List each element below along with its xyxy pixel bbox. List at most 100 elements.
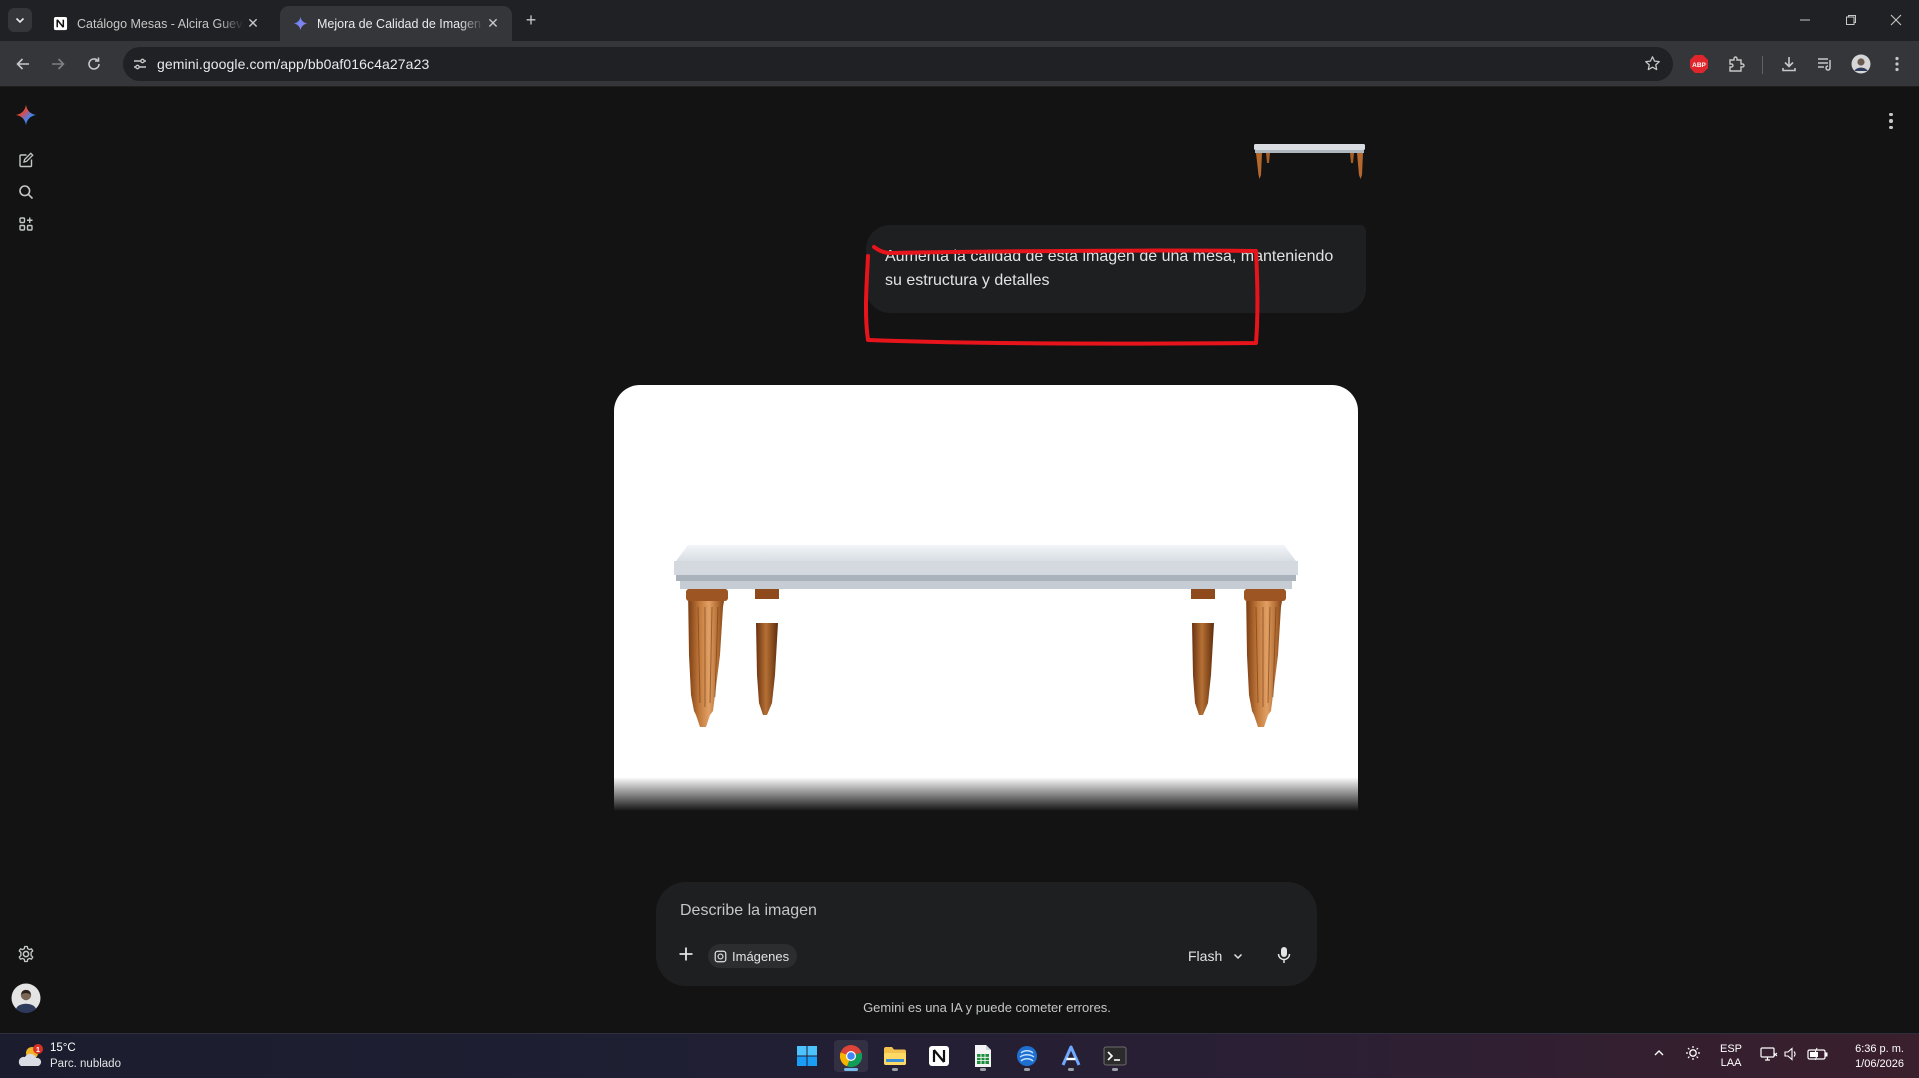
close-icon bbox=[1890, 14, 1902, 26]
taskbar-file-explorer[interactable] bbox=[878, 1040, 912, 1072]
tray-overflow-chevron-icon[interactable] bbox=[1652, 1046, 1666, 1065]
arrow-left-icon bbox=[16, 58, 29, 70]
system-clock[interactable]: 6:36 p. m. 1/06/2026 bbox=[1840, 1042, 1904, 1072]
browser-menu-icon[interactable] bbox=[1886, 53, 1908, 75]
image-tool-icon bbox=[714, 950, 727, 962]
taskbar-arc-app[interactable] bbox=[1054, 1040, 1088, 1072]
model-label: Flash bbox=[1188, 948, 1223, 964]
windows-taskbar: 1 15°C Parc. nublado ESP LAA 6:36 p. m. … bbox=[0, 1033, 1919, 1078]
minimize-icon bbox=[1800, 19, 1810, 21]
prompt-input[interactable]: Describe la imagen bbox=[680, 902, 817, 920]
clock-time: 6:36 p. m. bbox=[1855, 1043, 1904, 1055]
url-text: gemini.google.com/app/bb0af016c4a27a23 bbox=[157, 56, 430, 72]
notion-favicon-icon bbox=[52, 16, 68, 32]
weather-badge: 1 bbox=[36, 1045, 40, 1054]
weather-temperature: 15°C bbox=[50, 1042, 76, 1054]
taskbar-notion[interactable] bbox=[922, 1040, 956, 1072]
search-icon[interactable] bbox=[15, 181, 37, 203]
restore-window-button[interactable] bbox=[1828, 0, 1874, 40]
restore-icon bbox=[1846, 15, 1856, 25]
language-code: ESP bbox=[1720, 1043, 1743, 1055]
running-indicator bbox=[1112, 1068, 1118, 1071]
images-tool-label: Imágenes bbox=[732, 948, 790, 964]
notion-icon bbox=[929, 1046, 949, 1066]
settings-gear-icon[interactable] bbox=[15, 943, 37, 965]
add-attachment-button[interactable] bbox=[672, 940, 700, 968]
new-chat-icon[interactable] bbox=[15, 149, 37, 171]
browser-toolbar: gemini.google.com/app/bb0af016c4a27a23 A… bbox=[0, 41, 1919, 87]
table-image bbox=[674, 545, 1298, 727]
spreadsheet-icon bbox=[975, 1045, 991, 1067]
clock-date: 1/06/2026 bbox=[1855, 1058, 1904, 1070]
site-info-icon[interactable] bbox=[123, 56, 157, 72]
tab-mejora-calidad[interactable]: Mejora de Calidad de Imagen de Mesa ✕ bbox=[280, 6, 512, 41]
images-tool-chip[interactable]: Imágenes bbox=[708, 944, 798, 968]
model-selector[interactable]: Flash bbox=[1188, 944, 1244, 968]
generated-image-card[interactable] bbox=[614, 385, 1358, 811]
chevron-down-icon bbox=[15, 17, 25, 24]
adblock-extension-icon[interactable]: ABP bbox=[1688, 53, 1710, 75]
forward-button[interactable] bbox=[45, 51, 71, 77]
folder-icon bbox=[884, 1047, 906, 1065]
gems-apps-icon[interactable] bbox=[15, 213, 37, 235]
active-indicator bbox=[844, 1068, 858, 1071]
media-controls-icon[interactable] bbox=[1814, 53, 1836, 75]
close-tab-icon[interactable]: ✕ bbox=[244, 15, 262, 33]
tab-title: Catálogo Mesas - Alcira Guevara bbox=[77, 16, 244, 31]
disclaimer-text: Gemini es una IA y puede cometer errores… bbox=[863, 1000, 1111, 1015]
chrome-icon bbox=[839, 1045, 863, 1068]
windows-logo-icon bbox=[797, 1046, 817, 1066]
bookmark-star-icon[interactable] bbox=[1644, 55, 1661, 77]
new-tab-button[interactable]: + bbox=[520, 9, 542, 31]
weather-icon[interactable]: 1 bbox=[16, 1042, 46, 1072]
volume-icon[interactable] bbox=[1783, 1046, 1799, 1067]
uploaded-image-thumbnail[interactable] bbox=[1252, 135, 1367, 185]
running-indicator bbox=[1024, 1068, 1030, 1071]
battery-icon[interactable] bbox=[1807, 1046, 1829, 1067]
image-bottom-fade bbox=[614, 777, 1358, 811]
keyboard-layout: LAA bbox=[1720, 1057, 1742, 1069]
browser-tab-strip: Catálogo Mesas - Alcira Guevara ✕ Mejora… bbox=[0, 0, 1919, 41]
gemini-logo-icon[interactable] bbox=[15, 104, 37, 126]
adblock-badge-text: ABP bbox=[1692, 62, 1706, 69]
close-tab-icon[interactable]: ✕ bbox=[484, 15, 502, 33]
toolbar-divider bbox=[1762, 56, 1763, 74]
taskbar-terminal[interactable] bbox=[1098, 1040, 1132, 1072]
address-bar[interactable]: gemini.google.com/app/bb0af016c4a27a23 bbox=[123, 47, 1673, 81]
globe-shield-icon bbox=[1017, 1046, 1037, 1066]
gemini-app: Aumenta la calidad de esta imagen de una… bbox=[0, 87, 1919, 1033]
tab-catalogo-mesas[interactable]: Catálogo Mesas - Alcira Guevara ✕ bbox=[40, 6, 272, 41]
network-icon[interactable] bbox=[1760, 1046, 1778, 1067]
chevron-down-icon bbox=[1234, 953, 1243, 960]
downloads-icon[interactable] bbox=[1778, 53, 1800, 75]
arrow-right-icon bbox=[52, 58, 65, 70]
reload-icon bbox=[88, 57, 100, 70]
running-indicator bbox=[980, 1068, 986, 1071]
microphone-button[interactable] bbox=[1272, 942, 1296, 968]
back-button[interactable] bbox=[10, 51, 36, 77]
taskbar-vpn-app[interactable] bbox=[1010, 1040, 1044, 1072]
microphone-icon bbox=[1277, 947, 1291, 963]
extensions-puzzle-icon[interactable] bbox=[1725, 53, 1747, 75]
profile-avatar-icon[interactable] bbox=[1850, 53, 1872, 75]
terminal-icon bbox=[1103, 1046, 1127, 1066]
taskbar-chrome[interactable] bbox=[834, 1040, 868, 1072]
prompt-composer[interactable]: Describe la imagen Imágenes Flash bbox=[656, 882, 1317, 986]
letter-a-app-icon bbox=[1061, 1045, 1081, 1066]
brightness-icon[interactable] bbox=[1685, 1045, 1701, 1066]
running-indicator bbox=[1068, 1068, 1074, 1071]
red-highlight-annotation bbox=[863, 245, 1260, 346]
weather-description: Parc. nublado bbox=[50, 1058, 121, 1070]
more-options-icon[interactable] bbox=[1883, 109, 1899, 133]
tab-title: Mejora de Calidad de Imagen de Mesa bbox=[317, 16, 484, 31]
taskbar-spreadsheet[interactable] bbox=[966, 1040, 1000, 1072]
minimize-window-button[interactable] bbox=[1782, 0, 1828, 40]
windows-start-button[interactable] bbox=[790, 1040, 824, 1072]
running-indicator bbox=[892, 1068, 898, 1071]
tab-search-button[interactable] bbox=[8, 8, 32, 32]
plus-icon bbox=[679, 947, 693, 961]
close-window-button[interactable] bbox=[1873, 0, 1919, 40]
gemini-favicon-icon bbox=[292, 16, 308, 32]
reload-button[interactable] bbox=[81, 51, 107, 77]
language-indicator[interactable]: ESP LAA bbox=[1720, 1042, 1742, 1070]
